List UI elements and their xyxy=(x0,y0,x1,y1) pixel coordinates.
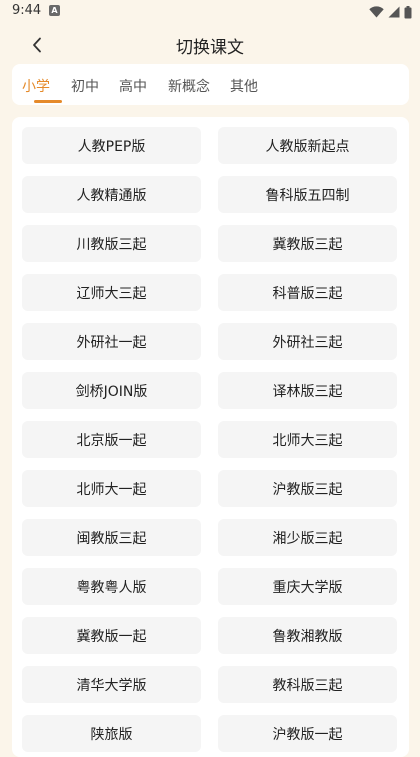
tab-junior-high[interactable]: 初中 xyxy=(71,76,99,96)
page-title: 切换课文 xyxy=(176,38,244,58)
textbook-option[interactable]: 冀教版一起 xyxy=(22,617,201,654)
textbook-option[interactable]: 冀教版三起 xyxy=(218,225,397,262)
tab-primary-school[interactable]: 小学 xyxy=(22,76,50,96)
tab-senior-high[interactable]: 高中 xyxy=(119,76,147,96)
textbook-option[interactable]: 辽师大三起 xyxy=(22,274,201,311)
textbook-option[interactable]: 北师大一起 xyxy=(22,470,201,507)
textbook-option[interactable]: 外研社三起 xyxy=(218,323,397,360)
textbook-option[interactable]: 剑桥JOIN版 xyxy=(22,372,201,409)
textbook-option[interactable]: 重庆大学版 xyxy=(218,568,397,605)
textbook-option[interactable]: 川教版三起 xyxy=(22,225,201,262)
textbook-option[interactable]: 北京版一起 xyxy=(22,421,201,458)
wifi-icon xyxy=(369,6,384,18)
textbook-option[interactable]: 鲁科版五四制 xyxy=(218,176,397,213)
textbook-option[interactable]: 湘少版三起 xyxy=(218,519,397,556)
textbook-option[interactable]: 北师大三起 xyxy=(218,421,397,458)
textbook-option[interactable]: 人教PEP版 xyxy=(22,127,201,164)
textbook-option[interactable]: 译林版三起 xyxy=(218,372,397,409)
textbook-option[interactable]: 人教精通版 xyxy=(22,176,201,213)
cellular-signal-icon xyxy=(388,6,400,18)
textbook-option[interactable]: 鲁教湘教版 xyxy=(218,617,397,654)
app-header: 切换课文 xyxy=(0,24,420,64)
textbook-option[interactable]: 闽教版三起 xyxy=(22,519,201,556)
textbook-option[interactable]: 粤教粤人版 xyxy=(22,568,201,605)
textbook-option[interactable]: 科普版三起 xyxy=(218,274,397,311)
status-bar: 9:44 A xyxy=(0,0,420,24)
battery-icon xyxy=(404,5,412,18)
textbook-option[interactable]: 人教版新起点 xyxy=(218,127,397,164)
level-tabs: 小学 初中 高中 新概念 其他 xyxy=(12,64,409,105)
textbook-option[interactable]: 外研社一起 xyxy=(22,323,201,360)
textbook-option[interactable]: 清华大学版 xyxy=(22,666,201,703)
textbook-grid: 人教PEP版 人教版新起点 人教精通版 鲁科版五四制 川教版三起 冀教版三起 辽… xyxy=(22,127,398,752)
textbook-list: 人教PEP版 人教版新起点 人教精通版 鲁科版五四制 川教版三起 冀教版三起 辽… xyxy=(12,117,409,757)
textbook-option[interactable]: 陕旅版 xyxy=(22,715,201,752)
status-time: 9:44 xyxy=(12,3,42,18)
textbook-option[interactable]: 沪教版三起 xyxy=(218,470,397,507)
tab-other[interactable]: 其他 xyxy=(230,76,258,96)
tab-new-concept[interactable]: 新概念 xyxy=(168,76,210,96)
notification-app-icon: A xyxy=(49,5,60,16)
textbook-option[interactable]: 沪教版一起 xyxy=(218,715,397,752)
active-tab-indicator xyxy=(34,100,62,103)
status-indicators xyxy=(369,4,412,20)
textbook-option[interactable]: 教科版三起 xyxy=(218,666,397,703)
